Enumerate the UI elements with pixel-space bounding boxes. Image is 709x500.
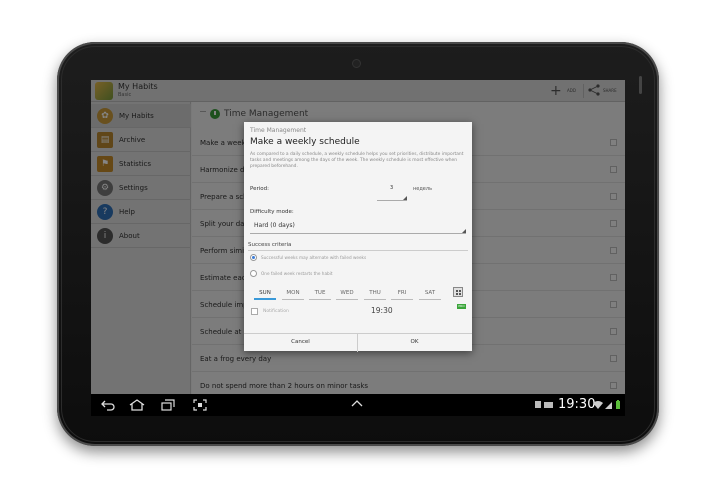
habit-dialog: Time Management Make a weekly schedule A… [244, 122, 472, 352]
dialog-button-bar: Cancel OK [244, 333, 472, 352]
notification-checkbox[interactable] [251, 308, 258, 315]
period-underline [377, 200, 407, 201]
home-icon[interactable] [129, 399, 145, 411]
day-toggle-fri[interactable]: FRI [391, 288, 413, 300]
notification-icons[interactable] [535, 400, 555, 409]
back-icon[interactable] [101, 399, 115, 411]
criteria-option-label: One failed week restarts the habit [261, 271, 333, 276]
screenshot-icon[interactable] [193, 399, 207, 411]
day-toggle-wed[interactable]: WED [336, 288, 358, 300]
status-time[interactable]: 19:30 [558, 397, 595, 412]
dialog-title: Make a weekly schedule [250, 137, 360, 147]
criteria-radio-restart[interactable] [250, 270, 257, 277]
system-nav-bar: 19:30 [91, 394, 625, 416]
recent-apps-icon[interactable] [161, 399, 175, 411]
ok-button[interactable]: OK [358, 339, 471, 345]
difficulty-underline [250, 233, 466, 234]
dialog-category: Time Management [250, 127, 307, 134]
day-toggle-tue[interactable]: TUE [309, 288, 331, 300]
criteria-option-label: Successful weeks may alternate with fail… [261, 255, 367, 260]
day-toggle-sun[interactable]: SUN [254, 288, 276, 300]
notification-label: Notification [263, 309, 289, 314]
period-unit: недель [413, 186, 433, 192]
criteria-radio-alternate[interactable] [250, 254, 257, 261]
chevron-up-icon[interactable] [350, 399, 364, 409]
difficulty-label: Difficulty mode: [250, 209, 294, 215]
grid-icon[interactable] [453, 287, 463, 297]
dropdown-corner-icon [462, 229, 466, 233]
difficulty-select[interactable]: Hard (0 days) [254, 222, 295, 229]
power-button [639, 76, 642, 94]
dialog-description: As compared to a daily schedule, a weekl… [250, 152, 464, 169]
cancel-button[interactable]: Cancel [244, 339, 357, 345]
day-toggle-sat[interactable]: SAT [419, 288, 441, 300]
period-label: Period: [250, 186, 270, 192]
day-toggle-thu[interactable]: THU [364, 288, 386, 300]
tablet-screen: My Habits Basic + ADD SHARE ✿ My Habits … [91, 80, 625, 416]
criteria-divider [248, 250, 468, 251]
period-input[interactable]: 3 [390, 185, 393, 191]
pro-badge: PRO [457, 304, 466, 309]
spinner-corner-icon [403, 196, 407, 200]
front-camera [352, 59, 361, 68]
wifi-signal-battery-icon[interactable] [593, 400, 623, 410]
day-toggle-mon[interactable]: MON [282, 288, 304, 300]
criteria-label: Success criteria [248, 242, 292, 248]
notification-time[interactable]: 19:30 [371, 306, 393, 315]
